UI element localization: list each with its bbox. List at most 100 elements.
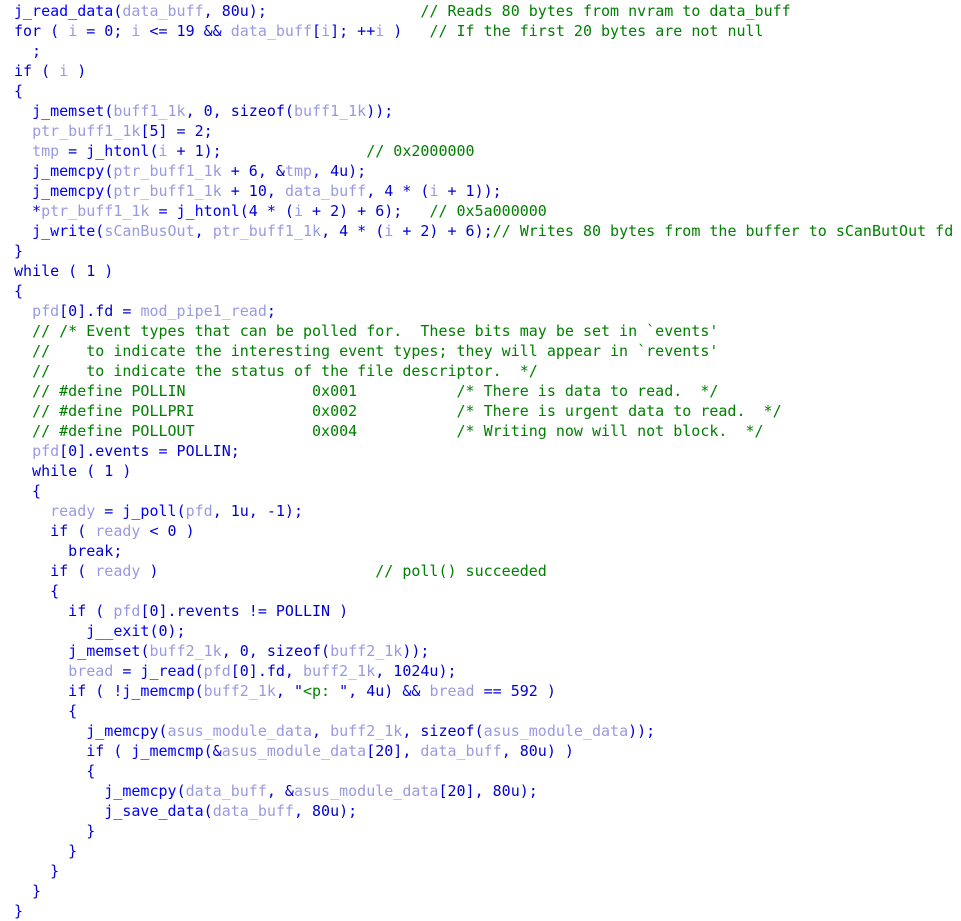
code-keyword: (: [95, 222, 105, 240]
code-line[interactable]: break;: [0, 541, 961, 561]
code-line[interactable]: {: [0, 281, 961, 301]
variable-name: i: [321, 22, 331, 40]
code-line[interactable]: *ptr_buff1_1k = j_htonl(4 * (i + 2) + 6)…: [0, 201, 961, 221]
code-line[interactable]: j_memcpy(data_buff, &asus_module_data[20…: [0, 781, 961, 801]
code-line[interactable]: }: [0, 241, 961, 261]
code-keyword: [14, 342, 32, 360]
code-line[interactable]: j_save_data(data_buff, 80u);: [0, 801, 961, 821]
code-keyword: , 4 * (: [366, 182, 430, 200]
code-line[interactable]: }: [0, 881, 961, 901]
code-keyword: (: [176, 782, 186, 800]
code-keyword: , 1u, -1);: [212, 502, 303, 520]
variable-name: i: [68, 22, 78, 40]
code-line[interactable]: }: [0, 841, 961, 861]
decompiler-pseudocode-view[interactable]: j_read_data(data_buff, 80u); // Reads 80…: [0, 1, 961, 921]
code-line[interactable]: // /* Event types that can be polled for…: [0, 321, 961, 341]
variable-name: data_buff: [212, 802, 294, 820]
code-keyword: ,: [275, 682, 294, 700]
code-line[interactable]: j_memcpy(asus_module_data, buff2_1k, siz…: [0, 721, 961, 741]
variable-name: bread: [429, 682, 475, 700]
code-line[interactable]: }: [0, 861, 961, 881]
code-line[interactable]: bread = j_read(pfd[0].fd, buff2_1k, 1024…: [0, 661, 961, 681]
code-line[interactable]: }: [0, 901, 961, 921]
code-keyword: ): [68, 62, 87, 80]
code-keyword: =: [59, 142, 87, 160]
code-line[interactable]: j_read_data(data_buff, 80u); // Reads 80…: [0, 1, 961, 21]
code-line[interactable]: if ( !j_memcmp(buff2_1k, "<p: ", 4u) && …: [0, 681, 961, 701]
function-name: j_memcmp: [122, 682, 195, 700]
code-keyword: ));: [628, 722, 656, 740]
code-line[interactable]: // #define POLLOUT 0x004 /* Writing now …: [0, 421, 961, 441]
code-line[interactable]: while ( 1 ): [0, 261, 961, 281]
code-keyword: [0].events = POLLIN;: [59, 442, 240, 460]
code-line[interactable]: {: [0, 701, 961, 721]
code-line[interactable]: pfd[0].events = POLLIN;: [0, 441, 961, 461]
variable-name: buff2_1k: [203, 682, 276, 700]
variable-name: ready: [95, 562, 141, 580]
code-line[interactable]: while ( 1 ): [0, 461, 961, 481]
variable-name: data_buff: [122, 2, 204, 20]
code-line[interactable]: j__exit(0);: [0, 621, 961, 641]
code-keyword: [14, 142, 32, 160]
function-name: j_read_data: [14, 2, 114, 20]
function-name: j__exit: [86, 622, 150, 640]
code-keyword: [14, 322, 32, 340]
code-line[interactable]: if ( ready ) // poll() succeeded: [0, 561, 961, 581]
code-line[interactable]: if ( ready < 0 ): [0, 521, 961, 541]
code-keyword: }: [14, 862, 60, 880]
code-keyword: + 1);: [167, 142, 222, 160]
code-line[interactable]: {: [0, 481, 961, 501]
code-line[interactable]: j_write(sCanBusOut, ptr_buff1_1k, 4 * (i…: [0, 221, 961, 241]
code-keyword: , 0, sizeof(: [185, 102, 294, 120]
code-keyword: =: [113, 662, 141, 680]
code-line[interactable]: // #define POLLIN 0x001 /* There is data…: [0, 381, 961, 401]
variable-name: bread: [68, 662, 114, 680]
variable-name: pfd: [32, 302, 60, 320]
code-keyword: [14, 782, 104, 800]
variable-name: ptr_buff1_1k: [41, 202, 150, 220]
code-line[interactable]: j_memset(buff1_1k, 0, sizeof(buff1_1k));: [0, 101, 961, 121]
code-comment: // /* Event types that can be polled for…: [32, 322, 719, 340]
code-keyword: , 4u) &&: [348, 682, 430, 700]
code-comment: // #define POLLPRI 0x002 /* There is urg…: [32, 402, 782, 420]
code-line[interactable]: {: [0, 81, 961, 101]
code-line[interactable]: if ( j_memcmp(&asus_module_data[20], dat…: [0, 741, 961, 761]
code-line[interactable]: tmp = j_htonl(i + 1); // 0x2000000: [0, 141, 961, 161]
code-line[interactable]: j_memcpy(ptr_buff1_1k + 10, data_buff, 4…: [0, 181, 961, 201]
variable-name: buff2_1k: [149, 642, 222, 660]
code-line[interactable]: // #define POLLPRI 0x002 /* There is urg…: [0, 401, 961, 421]
code-line[interactable]: {: [0, 761, 961, 781]
code-keyword: }: [14, 242, 24, 260]
variable-name: asus_module_data: [221, 742, 367, 760]
code-keyword: , 0, sizeof(: [221, 642, 331, 660]
code-line[interactable]: }: [0, 821, 961, 841]
code-keyword: [20], 80u);: [438, 782, 538, 800]
code-keyword: [14, 642, 68, 660]
code-line[interactable]: if ( i ): [0, 61, 961, 81]
code-keyword: , 80u);: [293, 802, 358, 820]
code-line[interactable]: ready = j_poll(pfd, 1u, -1);: [0, 501, 961, 521]
code-line[interactable]: {: [0, 581, 961, 601]
code-keyword: ));: [366, 102, 394, 120]
code-line[interactable]: j_memcpy(ptr_buff1_1k + 6, &tmp, 4u);: [0, 161, 961, 181]
code-keyword: (: [194, 662, 204, 680]
code-line[interactable]: ;: [0, 41, 961, 61]
code-keyword: break;: [14, 542, 123, 560]
code-line[interactable]: pfd[0].fd = mod_pipe1_read;: [0, 301, 961, 321]
variable-name: mod_pipe1_read: [140, 302, 267, 320]
code-keyword: {: [14, 702, 78, 720]
code-line[interactable]: // to indicate the status of the file de…: [0, 361, 961, 381]
code-keyword: {: [14, 282, 24, 300]
code-keyword: ]; ++: [330, 22, 376, 40]
code-comment: // Reads 80 bytes from nvram to data_buf…: [420, 2, 791, 20]
code-line[interactable]: ptr_buff1_1k[5] = 2;: [0, 121, 961, 141]
variable-name: asus_module_data: [167, 722, 313, 740]
code-line[interactable]: // to indicate the interesting event typ…: [0, 341, 961, 361]
code-keyword: [14, 802, 104, 820]
code-line[interactable]: j_memset(buff2_1k, 0, sizeof(buff2_1k));: [0, 641, 961, 661]
code-keyword: if (: [14, 522, 96, 540]
code-keyword: [14, 442, 32, 460]
code-line[interactable]: if ( pfd[0].revents != POLLIN ): [0, 601, 961, 621]
code-line[interactable]: for ( i = 0; i <= 19 && data_buff[i]; ++…: [0, 21, 961, 41]
